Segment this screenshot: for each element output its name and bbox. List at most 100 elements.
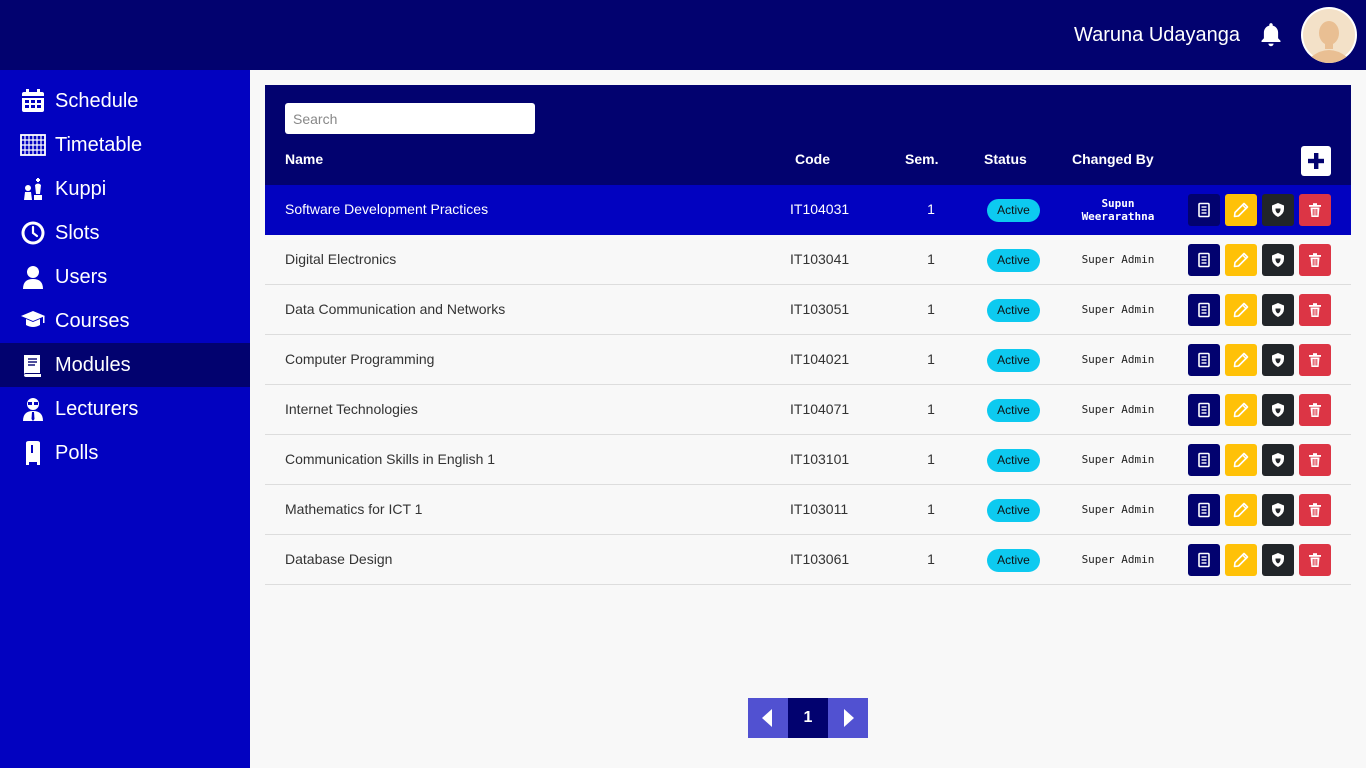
view-details-button[interactable] <box>1188 494 1220 526</box>
permissions-button[interactable] <box>1262 394 1294 426</box>
permissions-button[interactable] <box>1262 244 1294 276</box>
view-details-button[interactable] <box>1188 294 1220 326</box>
module-code: IT103101 <box>790 451 850 467</box>
edit-button[interactable] <box>1225 194 1257 226</box>
module-semester: 1 <box>927 351 935 367</box>
delete-button[interactable] <box>1299 194 1331 226</box>
user-icon <box>23 266 43 289</box>
table-row[interactable]: Computer Programming IT104021 1 Active Super… <box>265 335 1351 385</box>
changed-by: Super Admin <box>1081 553 1155 566</box>
permissions-button[interactable] <box>1262 194 1294 226</box>
changed-by: Super Admin <box>1081 353 1155 366</box>
status-badge: Active <box>987 199 1040 222</box>
table-row[interactable]: Database Design IT103061 1 Active Super Admi… <box>265 535 1351 585</box>
view-details-button[interactable] <box>1188 544 1220 576</box>
sidebar-item-label: Modules <box>55 354 131 376</box>
module-name: Communication Skills in English 1 <box>285 451 496 467</box>
status-badge: Active <box>987 399 1040 422</box>
edit-button[interactable] <box>1225 444 1257 476</box>
table-row[interactable]: Internet Technologies IT104071 1 Active Supe… <box>265 385 1351 435</box>
sidebar-item-polls[interactable]: Polls <box>0 431 250 475</box>
column-header-code[interactable]: Code <box>795 151 830 167</box>
column-header-sem[interactable]: Sem. <box>905 151 938 167</box>
module-name: Mathematics for ICT 1 <box>285 501 423 517</box>
permissions-button[interactable] <box>1262 344 1294 376</box>
permissions-button[interactable] <box>1262 494 1294 526</box>
module-name: Database Design <box>285 551 393 567</box>
ballot-box-icon <box>26 441 40 465</box>
caret-left-icon <box>762 709 772 727</box>
module-code: IT103011 <box>790 501 849 517</box>
grid-table-icon <box>20 134 46 156</box>
graduation-cap-icon <box>21 311 45 327</box>
delete-button[interactable] <box>1299 294 1331 326</box>
view-details-button[interactable] <box>1188 444 1220 476</box>
view-details-button[interactable] <box>1188 194 1220 226</box>
view-details-button[interactable] <box>1188 344 1220 376</box>
bell-icon[interactable] <box>1258 21 1284 49</box>
clock-icon <box>21 221 45 245</box>
view-details-button[interactable] <box>1188 244 1220 276</box>
module-name: Digital Electronics <box>285 251 397 267</box>
module-name: Internet Technologies <box>285 401 418 417</box>
table-row[interactable]: Communication Skills in English 1 IT10310… <box>265 435 1351 485</box>
permissions-button[interactable] <box>1262 294 1294 326</box>
table-row[interactable]: Data Communication and Networks IT103051 1… <box>265 285 1351 335</box>
avatar-face-icon <box>1303 9 1355 63</box>
table-row[interactable]: Software Development Practices IT104031 1 A… <box>265 185 1351 235</box>
column-header-changed-by[interactable]: Changed By <box>1072 151 1154 167</box>
sidebar-item-label: Schedule <box>55 90 139 112</box>
permissions-button[interactable] <box>1262 444 1294 476</box>
module-semester: 1 <box>927 301 935 317</box>
sidebar-item-label: Slots <box>55 222 100 244</box>
status-badge: Active <box>987 549 1040 572</box>
edit-button[interactable] <box>1225 294 1257 326</box>
sidebar-item-users[interactable]: Users <box>0 255 250 299</box>
delete-button[interactable] <box>1299 344 1331 376</box>
module-semester: 1 <box>927 201 935 217</box>
sidebar-item-lecturers[interactable]: Lecturers <box>0 387 250 431</box>
edit-button[interactable] <box>1225 494 1257 526</box>
edit-button[interactable] <box>1225 244 1257 276</box>
status-badge: Active <box>987 349 1040 372</box>
module-semester: 1 <box>927 501 935 517</box>
sidebar-item-label: Users <box>55 266 108 288</box>
sidebar-item-slots[interactable]: Slots <box>0 211 250 255</box>
module-code: IT103041 <box>790 251 850 267</box>
view-details-button[interactable] <box>1188 394 1220 426</box>
add-module-button[interactable] <box>1301 146 1331 176</box>
delete-button[interactable] <box>1299 494 1331 526</box>
permissions-button[interactable] <box>1262 544 1294 576</box>
sidebar-item-label: Kuppi <box>55 178 107 200</box>
edit-button[interactable] <box>1225 344 1257 376</box>
delete-button[interactable] <box>1299 544 1331 576</box>
edit-button[interactable] <box>1225 394 1257 426</box>
prev-page-button[interactable] <box>748 698 788 738</box>
user-avatar[interactable] <box>1301 7 1357 63</box>
sidebar-item-schedule[interactable]: Schedule <box>0 79 250 123</box>
delete-button[interactable] <box>1299 394 1331 426</box>
module-semester: 1 <box>927 451 935 467</box>
module-name: Software Development Practices <box>285 201 489 217</box>
sidebar: Schedule Timetable Kuppi Slots Users Cou… <box>0 70 250 768</box>
next-page-button[interactable] <box>828 698 868 738</box>
sidebar-item-timetable[interactable]: Timetable <box>0 123 250 167</box>
sidebar-item-courses[interactable]: Courses <box>0 299 250 343</box>
edit-button[interactable] <box>1225 544 1257 576</box>
sidebar-item-modules[interactable]: Modules <box>0 343 250 387</box>
sidebar-item-kuppi[interactable]: Kuppi <box>0 167 250 211</box>
search-input[interactable] <box>285 103 535 134</box>
table-row[interactable]: Mathematics for ICT 1 IT103011 1 Active Supe… <box>265 485 1351 535</box>
module-code: IT104021 <box>790 351 850 367</box>
page-number-button[interactable]: 1 <box>788 698 828 738</box>
delete-button[interactable] <box>1299 244 1331 276</box>
plus-icon <box>1308 153 1324 169</box>
column-header-name[interactable]: Name <box>285 151 323 167</box>
changed-by: Super Admin <box>1081 253 1155 266</box>
changed-by: Super Admin <box>1081 503 1155 516</box>
user-name[interactable]: Waruna Udayanga <box>1074 22 1240 48</box>
delete-button[interactable] <box>1299 444 1331 476</box>
table-row[interactable]: Digital Electronics IT103041 1 Active Super … <box>265 235 1351 285</box>
module-code: IT104031 <box>790 201 850 217</box>
column-header-status[interactable]: Status <box>984 151 1027 167</box>
